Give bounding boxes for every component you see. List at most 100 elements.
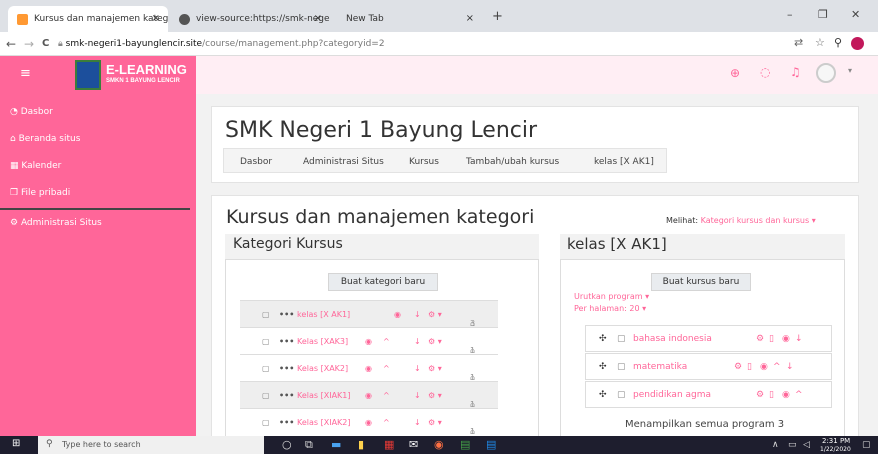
notifications-bell-icon[interactable]: ♫ (790, 65, 801, 79)
forward-button[interactable]: → (24, 37, 34, 51)
eye-icon[interactable]: ◉ (782, 334, 790, 344)
gear-icon[interactable]: ⚙ (756, 390, 764, 400)
sidebar-item-admin[interactable]: ⚙ Administrasi Situs (10, 218, 102, 228)
category-name[interactable]: Kelas [XAK3] (297, 337, 348, 346)
move-up-icon[interactable]: ^ (383, 337, 390, 346)
category-row[interactable]: ▢ ••• Kelas [XAK3] ◉ ^ ↓ ⚙ ▾ 1 ⌂ (240, 327, 498, 355)
sort-courses-dropdown[interactable]: Urutkan program ▾ (574, 292, 649, 301)
eye-icon[interactable]: ◉ (365, 418, 372, 427)
url-field[interactable]: 🔒︎ smk-negeri1-bayunglencir.site/course/… (58, 36, 748, 52)
move-up-icon[interactable]: ^ (383, 418, 390, 427)
sidebar-item-beranda[interactable]: ⌂ Beranda situs (10, 134, 80, 144)
sidebar-item-kalender[interactable]: ▦ Kalender (10, 161, 61, 171)
checkbox[interactable]: ▢ (262, 310, 270, 319)
gear-icon[interactable]: ⚙ ▾ (428, 391, 442, 400)
more-icon[interactable]: ••• (279, 337, 294, 346)
minimize-button[interactable]: – (787, 8, 793, 21)
profile-avatar-icon[interactable] (851, 37, 864, 50)
word-icon[interactable]: ▤ (486, 438, 496, 451)
course-row[interactable]: ✣ ▢ matematika ⚙ ▯ ◉ ^ ↓ (585, 353, 832, 380)
clock-date[interactable]: 1/22/2020 (820, 446, 851, 453)
move-up-icon[interactable]: ^ (795, 390, 803, 400)
category-row[interactable]: ▢ ••• kelas [X AK1] ◉ ↓ ⚙ ▾ 3 ⌂ (240, 300, 498, 328)
maximize-button[interactable]: ❐ (818, 8, 828, 21)
tab-close-icon[interactable]: × (314, 6, 322, 32)
eye-icon[interactable]: ◉ (394, 310, 401, 319)
per-page-dropdown[interactable]: Per halaman: 20 ▾ (574, 304, 646, 313)
gear-icon[interactable]: ⚙ (734, 362, 742, 372)
edge-icon[interactable]: ▬ (331, 438, 341, 451)
sidebar-item-dasbor[interactable]: ◔ Dasbor (10, 107, 53, 117)
store-icon[interactable]: ▦ (384, 438, 394, 451)
sidebar-item-file[interactable]: ❐ File pribadi (10, 188, 70, 198)
extension-icon[interactable]: ⚲ (834, 36, 842, 49)
move-down-icon[interactable]: ↓ (414, 364, 421, 373)
gear-icon[interactable]: ⚙ (756, 334, 764, 344)
create-course-button[interactable]: Buat kursus baru (651, 273, 751, 291)
checkbox[interactable]: ▢ (617, 362, 626, 372)
windows-start-icon[interactable]: ⊞ (12, 438, 20, 449)
breadcrumb-item[interactable]: Kursus (409, 157, 439, 167)
move-handle-icon[interactable]: ✣ (599, 390, 607, 400)
create-category-button[interactable]: Buat kategori baru (328, 273, 438, 291)
reload-button[interactable]: C (42, 38, 49, 49)
course-row[interactable]: ✣ ▢ bahasa indonesia ⚙ ▯ ◉ ↓ (585, 325, 832, 352)
move-down-icon[interactable]: ↓ (786, 362, 794, 372)
move-up-icon[interactable]: ^ (773, 362, 781, 372)
more-icon[interactable]: ••• (279, 391, 294, 400)
move-handle-icon[interactable]: ✣ (599, 362, 607, 372)
checkbox[interactable]: ▢ (262, 391, 270, 400)
language-globe-icon[interactable]: ⊕ (730, 66, 740, 80)
translate-icon[interactable]: ⇄ (794, 36, 803, 49)
breadcrumb-item[interactable]: Dasbor (240, 157, 272, 167)
category-row[interactable]: ▢ ••• Kelas [XIAK2] ◉ ^ ↓ ⚙ ▾ 1 ⌂ (240, 408, 498, 436)
course-row[interactable]: ✣ ▢ pendidikan agma ⚙ ▯ ◉ ^ (585, 381, 832, 408)
taskbar-search-box[interactable]: ⚲ Type here to search (38, 436, 264, 454)
tab-close-icon[interactable]: × (152, 6, 160, 32)
menu-toggle-icon[interactable]: ≡ (20, 66, 31, 81)
eye-icon[interactable]: ◉ (760, 362, 768, 372)
move-up-icon[interactable]: ^ (383, 391, 390, 400)
checkbox[interactable]: ▢ (262, 418, 270, 427)
excel-icon[interactable]: ▤ (460, 438, 470, 451)
gear-icon[interactable]: ⚙ ▾ (428, 418, 442, 427)
delete-icon[interactable]: ▯ (769, 390, 774, 400)
brand-title[interactable]: E-LEARNING (106, 62, 187, 77)
user-avatar[interactable] (816, 63, 836, 83)
chrome-icon[interactable]: ◉ (434, 438, 444, 451)
tab-view-source[interactable]: view-source:https://smk-negeri1- × (170, 6, 330, 32)
gear-icon[interactable]: ⚙ ▾ (428, 310, 442, 319)
back-button[interactable]: ← (6, 37, 16, 51)
move-handle-icon[interactable]: ✣ (599, 334, 607, 344)
messages-icon[interactable]: ◌ (760, 65, 770, 79)
checkbox[interactable]: ▢ (262, 364, 270, 373)
eye-icon[interactable]: ◉ (782, 390, 790, 400)
delete-icon[interactable]: ▯ (747, 362, 752, 372)
eye-icon[interactable]: ◉ (365, 337, 372, 346)
user-menu-chevron-icon[interactable]: ▾ (848, 66, 852, 75)
network-icon[interactable]: ▭ (788, 440, 797, 450)
eye-icon[interactable]: ◉ (365, 391, 372, 400)
delete-icon[interactable]: ▯ (769, 334, 774, 344)
move-down-icon[interactable]: ↓ (795, 334, 803, 344)
eye-icon[interactable]: ◉ (365, 364, 372, 373)
gear-icon[interactable]: ⚙ ▾ (428, 337, 442, 346)
breadcrumb-item[interactable]: Tambah/ubah kursus (466, 157, 559, 167)
tray-chevron-icon[interactable]: ∧ (772, 440, 779, 450)
category-name[interactable]: Kelas [XAK2] (297, 364, 348, 373)
tab-active[interactable]: Kursus dan manajemen kategori × (8, 6, 168, 32)
mail-icon[interactable]: ✉ (409, 438, 418, 451)
clock-time[interactable]: 2:31 PM (822, 437, 850, 445)
move-down-icon[interactable]: ↓ (414, 310, 421, 319)
checkbox[interactable]: ▢ (617, 334, 626, 344)
more-icon[interactable]: ••• (279, 364, 294, 373)
move-down-icon[interactable]: ↓ (414, 418, 421, 427)
more-icon[interactable]: ••• (279, 418, 294, 427)
gear-icon[interactable]: ⚙ ▾ (428, 364, 442, 373)
volume-icon[interactable]: ◁ (803, 440, 810, 450)
checkbox[interactable]: ▢ (617, 390, 626, 400)
school-logo[interactable] (75, 60, 101, 90)
category-row[interactable]: ▢ ••• Kelas [XIAK1] ◉ ^ ↓ ⚙ ▾ 1 ⌂ (240, 381, 498, 409)
category-row[interactable]: ▢ ••• Kelas [XAK2] ◉ ^ ↓ ⚙ ▾ 1 ⌂ (240, 354, 498, 382)
move-up-icon[interactable]: ^ (383, 364, 390, 373)
